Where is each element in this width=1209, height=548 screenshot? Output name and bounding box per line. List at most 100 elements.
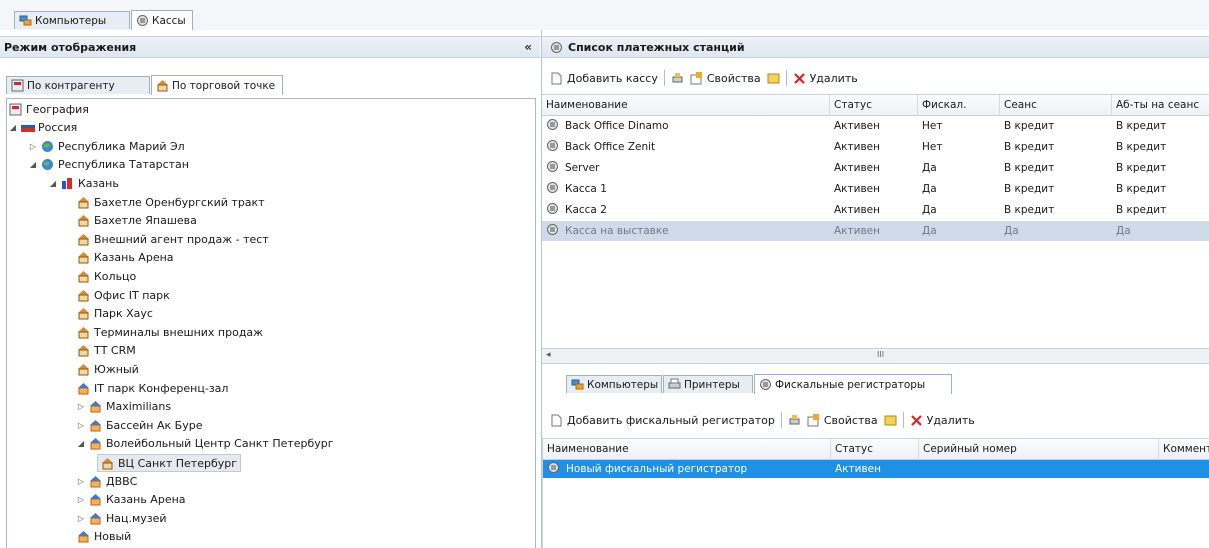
collapse-panel-button[interactable]: « — [524, 40, 532, 54]
delete-cash-register-button[interactable]: Удалить — [793, 72, 858, 85]
expand-arrow-icon[interactable]: ▷ — [77, 402, 85, 411]
add-fiscal-register-button[interactable]: Добавить фискальный регистратор — [550, 414, 775, 427]
tab-printers[interactable]: Принтеры — [663, 375, 753, 393]
cash-register-icon — [136, 14, 149, 27]
fiscal-register-name: Новый фискальный регистратор — [566, 463, 748, 475]
tree-node-expandable[interactable]: ▷ Maximilians — [77, 399, 171, 415]
tree-node-label: География — [26, 102, 89, 116]
col-fiscal-name[interactable]: Наименование — [543, 439, 831, 459]
scroll-left-arrow-icon[interactable]: ◂ — [546, 350, 551, 360]
cash-register-icon — [546, 118, 559, 131]
tab-by-counterparty[interactable]: По контрагенту — [6, 76, 150, 94]
tree-node-expandable[interactable]: ◢ Волейбольный Центр Санкт Петербург — [77, 436, 334, 452]
tree-node-expandable[interactable]: ▷ ДВВС — [77, 473, 137, 489]
add-cash-register-button[interactable]: Добавить кассу — [550, 72, 658, 85]
fiscal-grid: Наименование Статус Серийный номер Комме… — [542, 438, 1209, 548]
tree-node[interactable]: Офис IT парк — [77, 287, 170, 303]
tree-node[interactable]: Терминалы внешних продаж — [77, 324, 263, 340]
expand-arrow-icon[interactable]: ▷ — [77, 514, 85, 523]
globe-icon — [9, 103, 22, 116]
station-row[interactable]: Касса на выставке Активен Да Да Да — [542, 221, 1209, 241]
tree-node[interactable]: ТТ CRM — [77, 343, 136, 359]
collapse-arrow-icon[interactable]: ◢ — [29, 160, 37, 169]
shop-icon — [77, 251, 90, 264]
tree-node[interactable]: Бахетле Оренбургский тракт — [77, 194, 265, 210]
col-name[interactable]: Наименование — [542, 95, 830, 115]
tree-node[interactable]: Бахетле Япашева — [77, 213, 197, 229]
venue-icon — [89, 475, 102, 488]
notes-icon[interactable] — [767, 72, 780, 85]
col-subscriptions[interactable]: Аб-ты на сеанс — [1112, 95, 1209, 115]
tab-fiscal-registers[interactable]: Фискальные регистраторы — [754, 374, 952, 394]
computers-icon — [19, 14, 32, 27]
col-status[interactable]: Статус — [830, 95, 918, 115]
properties-button[interactable]: Свойства — [690, 71, 761, 85]
col-session[interactable]: Сеанс — [1000, 95, 1112, 115]
tree-node-expandable[interactable]: ▷ Бассейн Ак Буре — [77, 417, 203, 433]
tab-by-sales-point[interactable]: По торговой точке — [151, 75, 283, 95]
delete-fiscal-register-button[interactable]: Удалить — [910, 414, 975, 427]
tree-node-label: Maximilians — [106, 400, 172, 414]
station-row[interactable]: Server Активен Да В кредит В кредит — [542, 158, 1209, 178]
col-fiscal-status[interactable]: Статус — [831, 439, 919, 459]
station-cell: Да — [922, 204, 937, 216]
tree-node-expandable[interactable]: ◢ Россия — [9, 120, 77, 136]
tree-node-expandable[interactable]: ▷ Казань Арена — [77, 492, 186, 508]
collapse-arrow-icon[interactable]: ◢ — [77, 439, 85, 448]
station-name-cell: Касса на выставке — [546, 221, 830, 241]
station-row[interactable]: Back Office Dinamo Активен Нет В кредит В кр… — [542, 116, 1209, 136]
notes-icon[interactable] — [884, 414, 897, 427]
tree-node[interactable]: Парк Хаус — [77, 306, 153, 322]
tree-node-expandable[interactable]: ▷ Нац.музей — [77, 510, 167, 526]
expand-arrow-icon[interactable]: ▷ — [77, 421, 85, 430]
tree-node[interactable]: Новый — [77, 529, 131, 545]
venue-icon — [89, 437, 102, 450]
stations-hscrollbar[interactable]: ◂ III — [542, 348, 1209, 364]
tree-node-label: Внешний агент продаж - тест — [94, 232, 269, 246]
station-cell: Активен — [834, 162, 880, 174]
station-row[interactable]: Back Office Zenit Активен Нет В кредит В кре… — [542, 137, 1209, 157]
col-serial-number[interactable]: Серийный номер — [919, 439, 1159, 459]
tree-node[interactable]: IT парк Конференц-зал — [77, 380, 228, 396]
print-icon[interactable] — [671, 72, 684, 85]
collapse-arrow-icon[interactable]: ◢ — [49, 179, 57, 188]
scroll-thumb-grip[interactable]: III — [877, 350, 884, 359]
region-globe-icon — [41, 158, 54, 171]
fiscal-register-row[interactable]: Новый фискальный регистратор Активен — [543, 460, 1209, 478]
tab-detail-computers[interactable]: Компьютеры — [566, 375, 662, 393]
tree-node-expandable[interactable]: ◢ Казань — [49, 175, 119, 191]
tree-node[interactable]: Казань Арена — [77, 250, 174, 266]
tree-node[interactable]: Внешний агент продаж - тест — [77, 231, 269, 247]
shop-icon — [77, 326, 90, 339]
expand-arrow-icon[interactable]: ▷ — [77, 495, 85, 504]
expand-arrow-icon[interactable]: ▷ — [29, 142, 37, 151]
tree-node[interactable]: География — [9, 101, 89, 117]
station-row[interactable]: Касса 2 Активен Да В кредит В кредит — [542, 200, 1209, 220]
col-comment[interactable]: Коммент — [1159, 439, 1209, 459]
tree-node-label: Офис IT парк — [94, 288, 170, 302]
tab-computers[interactable]: Компьютеры — [14, 11, 130, 29]
expand-arrow-icon[interactable]: ▷ — [77, 477, 85, 486]
tree-node[interactable]: Кольцо — [77, 268, 136, 284]
venue-icon — [77, 530, 90, 543]
tree-node[interactable]: Южный — [77, 361, 139, 377]
collapse-arrow-icon[interactable]: ◢ — [9, 123, 17, 132]
print-icon[interactable] — [788, 414, 801, 427]
properties-icon — [690, 71, 703, 85]
tree-node-label: Южный — [94, 362, 139, 376]
station-row[interactable]: Касса 1 Активен Да В кредит В кредит — [542, 179, 1209, 199]
col-fiscal[interactable]: Фискал. — [918, 95, 1000, 115]
shop-icon — [77, 363, 90, 376]
printer-icon — [668, 378, 681, 391]
tree-node-expandable[interactable]: ◢ Республика Татарстан — [29, 157, 189, 173]
fiscal-properties-button[interactable]: Свойства — [807, 413, 878, 427]
display-mode-header: Режим отображения « — [0, 36, 540, 58]
station-cell: Да — [1004, 225, 1019, 237]
tree-node-label: Бахетле Япашева — [94, 214, 197, 228]
tree-node-expandable[interactable]: ▷ Республика Марий Эл — [29, 138, 185, 154]
tree-node-label: Волейбольный Центр Санкт Петербург — [106, 437, 334, 451]
station-cell: В кредит — [1004, 204, 1055, 216]
stations-header: Список платежных станций — [542, 36, 1209, 58]
tree-node[interactable]: ВЦ Санкт Петербург — [97, 454, 241, 473]
tab-cash-registers[interactable]: Кассы — [131, 10, 193, 30]
